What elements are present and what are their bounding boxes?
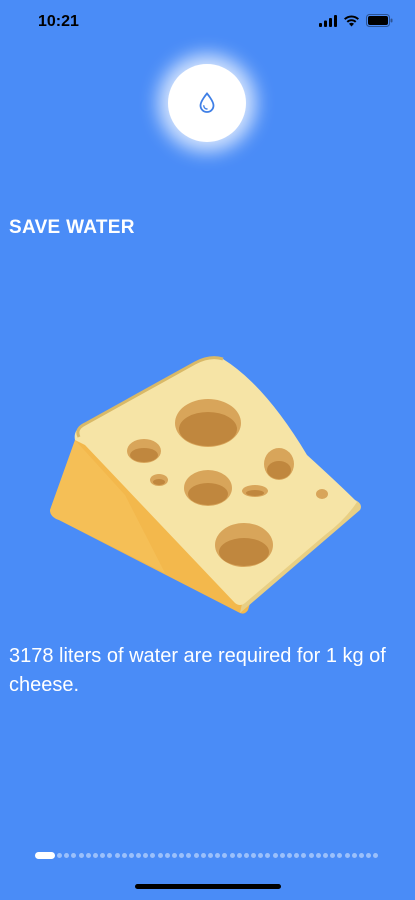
page-dot[interactable] xyxy=(258,852,264,858)
page-dot[interactable] xyxy=(251,852,257,858)
page-dot[interactable] xyxy=(107,852,113,858)
page-dot[interactable] xyxy=(279,852,285,858)
page-dot[interactable] xyxy=(179,852,185,858)
page-dot[interactable] xyxy=(373,852,379,858)
page-dot[interactable] xyxy=(287,852,292,858)
page-indicator[interactable] xyxy=(35,851,380,859)
page-dot[interactable] xyxy=(308,852,314,858)
page-dot[interactable] xyxy=(229,852,235,858)
wifi-icon xyxy=(344,14,359,26)
page-dot[interactable] xyxy=(351,852,357,858)
page-dot[interactable] xyxy=(200,852,206,858)
page-dot[interactable] xyxy=(57,852,62,858)
page-dot[interactable] xyxy=(172,852,177,858)
cheese-icon xyxy=(50,356,361,614)
battery-icon xyxy=(366,14,393,27)
page-dot[interactable] xyxy=(128,852,134,858)
signal-icon xyxy=(319,14,337,27)
app-logo xyxy=(168,64,246,142)
page-dot[interactable] xyxy=(143,852,149,858)
page-title: SAVE WATER xyxy=(9,217,135,238)
page-dot[interactable] xyxy=(114,852,120,858)
water-drop-icon xyxy=(199,92,215,113)
fact-text: 3178 liters of water are required for 1 … xyxy=(9,645,386,696)
status-icons xyxy=(319,14,393,27)
page-dot[interactable] xyxy=(164,852,170,858)
page-dot[interactable] xyxy=(322,852,328,858)
page-dot[interactable] xyxy=(330,852,336,858)
page-dot[interactable] xyxy=(344,852,350,858)
status-time: 10:21 xyxy=(38,13,79,30)
page-dot[interactable] xyxy=(215,852,221,858)
page-dot-active[interactable] xyxy=(35,851,55,859)
page-dot[interactable] xyxy=(222,852,228,858)
page-dot[interactable] xyxy=(64,852,70,858)
page-dot[interactable] xyxy=(92,852,98,858)
page-dot[interactable] xyxy=(193,852,199,858)
home-indicator[interactable] xyxy=(135,884,281,889)
page-dot[interactable] xyxy=(272,852,278,858)
page-dot[interactable] xyxy=(100,852,106,858)
page-dot[interactable] xyxy=(78,852,84,858)
page-dot[interactable] xyxy=(236,852,242,858)
page-dot[interactable] xyxy=(150,852,156,858)
page-dot[interactable] xyxy=(337,852,343,858)
page-dot[interactable] xyxy=(157,852,163,858)
page-dot[interactable] xyxy=(358,852,364,858)
page-dot[interactable] xyxy=(85,852,91,858)
page-dot[interactable] xyxy=(207,852,213,858)
page-dot[interactable] xyxy=(294,852,300,858)
page-dot[interactable] xyxy=(186,852,192,858)
status-bar: 10:21 xyxy=(0,0,415,44)
page-dot[interactable] xyxy=(243,852,249,858)
page-dot[interactable] xyxy=(366,852,372,858)
page-dot[interactable] xyxy=(136,852,142,858)
page-dot[interactable] xyxy=(315,852,321,858)
page-dot[interactable] xyxy=(121,852,127,858)
page-dot[interactable] xyxy=(301,852,307,858)
page-dot[interactable] xyxy=(265,852,271,858)
page-dot[interactable] xyxy=(71,852,77,858)
